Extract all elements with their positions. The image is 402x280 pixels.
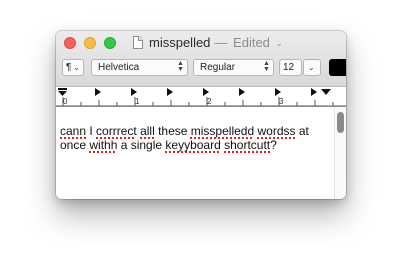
ruler-label: 3 [279, 97, 284, 106]
ruler-scale [56, 88, 346, 107]
font-size-value: 12 [283, 62, 295, 73]
window-title[interactable]: misspelled — Edited ⌄ [149, 35, 283, 50]
title-bar[interactable]: misspelled — Edited ⌄ ¶ ⌄ Helvetica ▲ ▼ Re… [56, 31, 346, 87]
font-size-dropdown[interactable]: ⌄ [303, 59, 321, 76]
text-segment: I [86, 124, 97, 138]
font-size-field[interactable]: 12 [279, 59, 302, 76]
close-button[interactable] [64, 37, 76, 49]
left-indent-marker [58, 91, 67, 96]
misspelled-word[interactable]: cann [60, 124, 86, 138]
misspelled-word[interactable]: wordss [257, 124, 295, 138]
first-line-indent-marker [58, 88, 67, 90]
document-name: misspelled [149, 35, 211, 50]
document-text[interactable]: cann I corrrect alll these misspelledd w… [60, 124, 328, 152]
ruler-label: 1 [135, 97, 140, 106]
text-color-well[interactable] [329, 59, 346, 76]
text-segment: at [295, 124, 309, 138]
vertical-scrollbar[interactable] [334, 107, 346, 199]
chevron-down-icon[interactable]: ⌄ [276, 38, 284, 49]
textedit-window: misspelled — Edited ⌄ ¶ ⌄ Helvetica ▲ ▼ Re… [56, 31, 346, 199]
font-style-value: Regular [200, 62, 236, 73]
ruler-label: 2 [207, 97, 212, 106]
text-line: cann I corrrect alll these misspelledd w… [60, 124, 328, 138]
font-family-select[interactable]: Helvetica ▲ ▼ [91, 59, 188, 76]
document-icon[interactable] [133, 36, 143, 49]
text-segment: once [60, 138, 90, 152]
zoom-button[interactable] [104, 37, 116, 49]
misspelled-word[interactable]: shortcutt [224, 138, 270, 152]
ruler-label: 0 [63, 97, 68, 106]
misspelled-word[interactable]: misspelledd [191, 124, 254, 138]
text-segment: a single [117, 138, 166, 152]
misspelled-word[interactable]: corrrect [96, 124, 137, 138]
font-family-value: Helvetica [98, 62, 140, 73]
edited-status: Edited [233, 35, 270, 50]
up-down-arrows-icon: ▲ ▼ [177, 60, 184, 73]
paragraph-styles-button[interactable]: ¶ ⌄ [62, 59, 84, 76]
misspelled-word[interactable]: keyyboard [165, 138, 220, 152]
text-segment: these [154, 124, 191, 138]
misspelled-word[interactable]: withh [89, 138, 117, 152]
scrollbar-thumb[interactable] [337, 112, 344, 133]
right-margin-marker [321, 89, 331, 95]
title-separator: — [214, 35, 228, 50]
misspelled-word[interactable]: alll [140, 124, 155, 138]
text-line: once withh a single keyyboard shortcutt? [60, 138, 328, 152]
text-segment: ? [270, 138, 277, 152]
chevron-down-icon: ⌄ [73, 63, 80, 72]
up-down-arrows-icon: ▲ ▼ [263, 60, 270, 73]
minimize-button[interactable] [84, 37, 96, 49]
ruler[interactable]: 0 1 2 3 [56, 87, 346, 107]
chevron-down-icon: ⌄ [308, 63, 315, 72]
font-style-select[interactable]: Regular ▲ ▼ [193, 59, 274, 76]
paragraph-icon: ¶ [66, 62, 72, 73]
text-editor-area[interactable]: cann I corrrect alll these misspelledd w… [56, 107, 334, 199]
